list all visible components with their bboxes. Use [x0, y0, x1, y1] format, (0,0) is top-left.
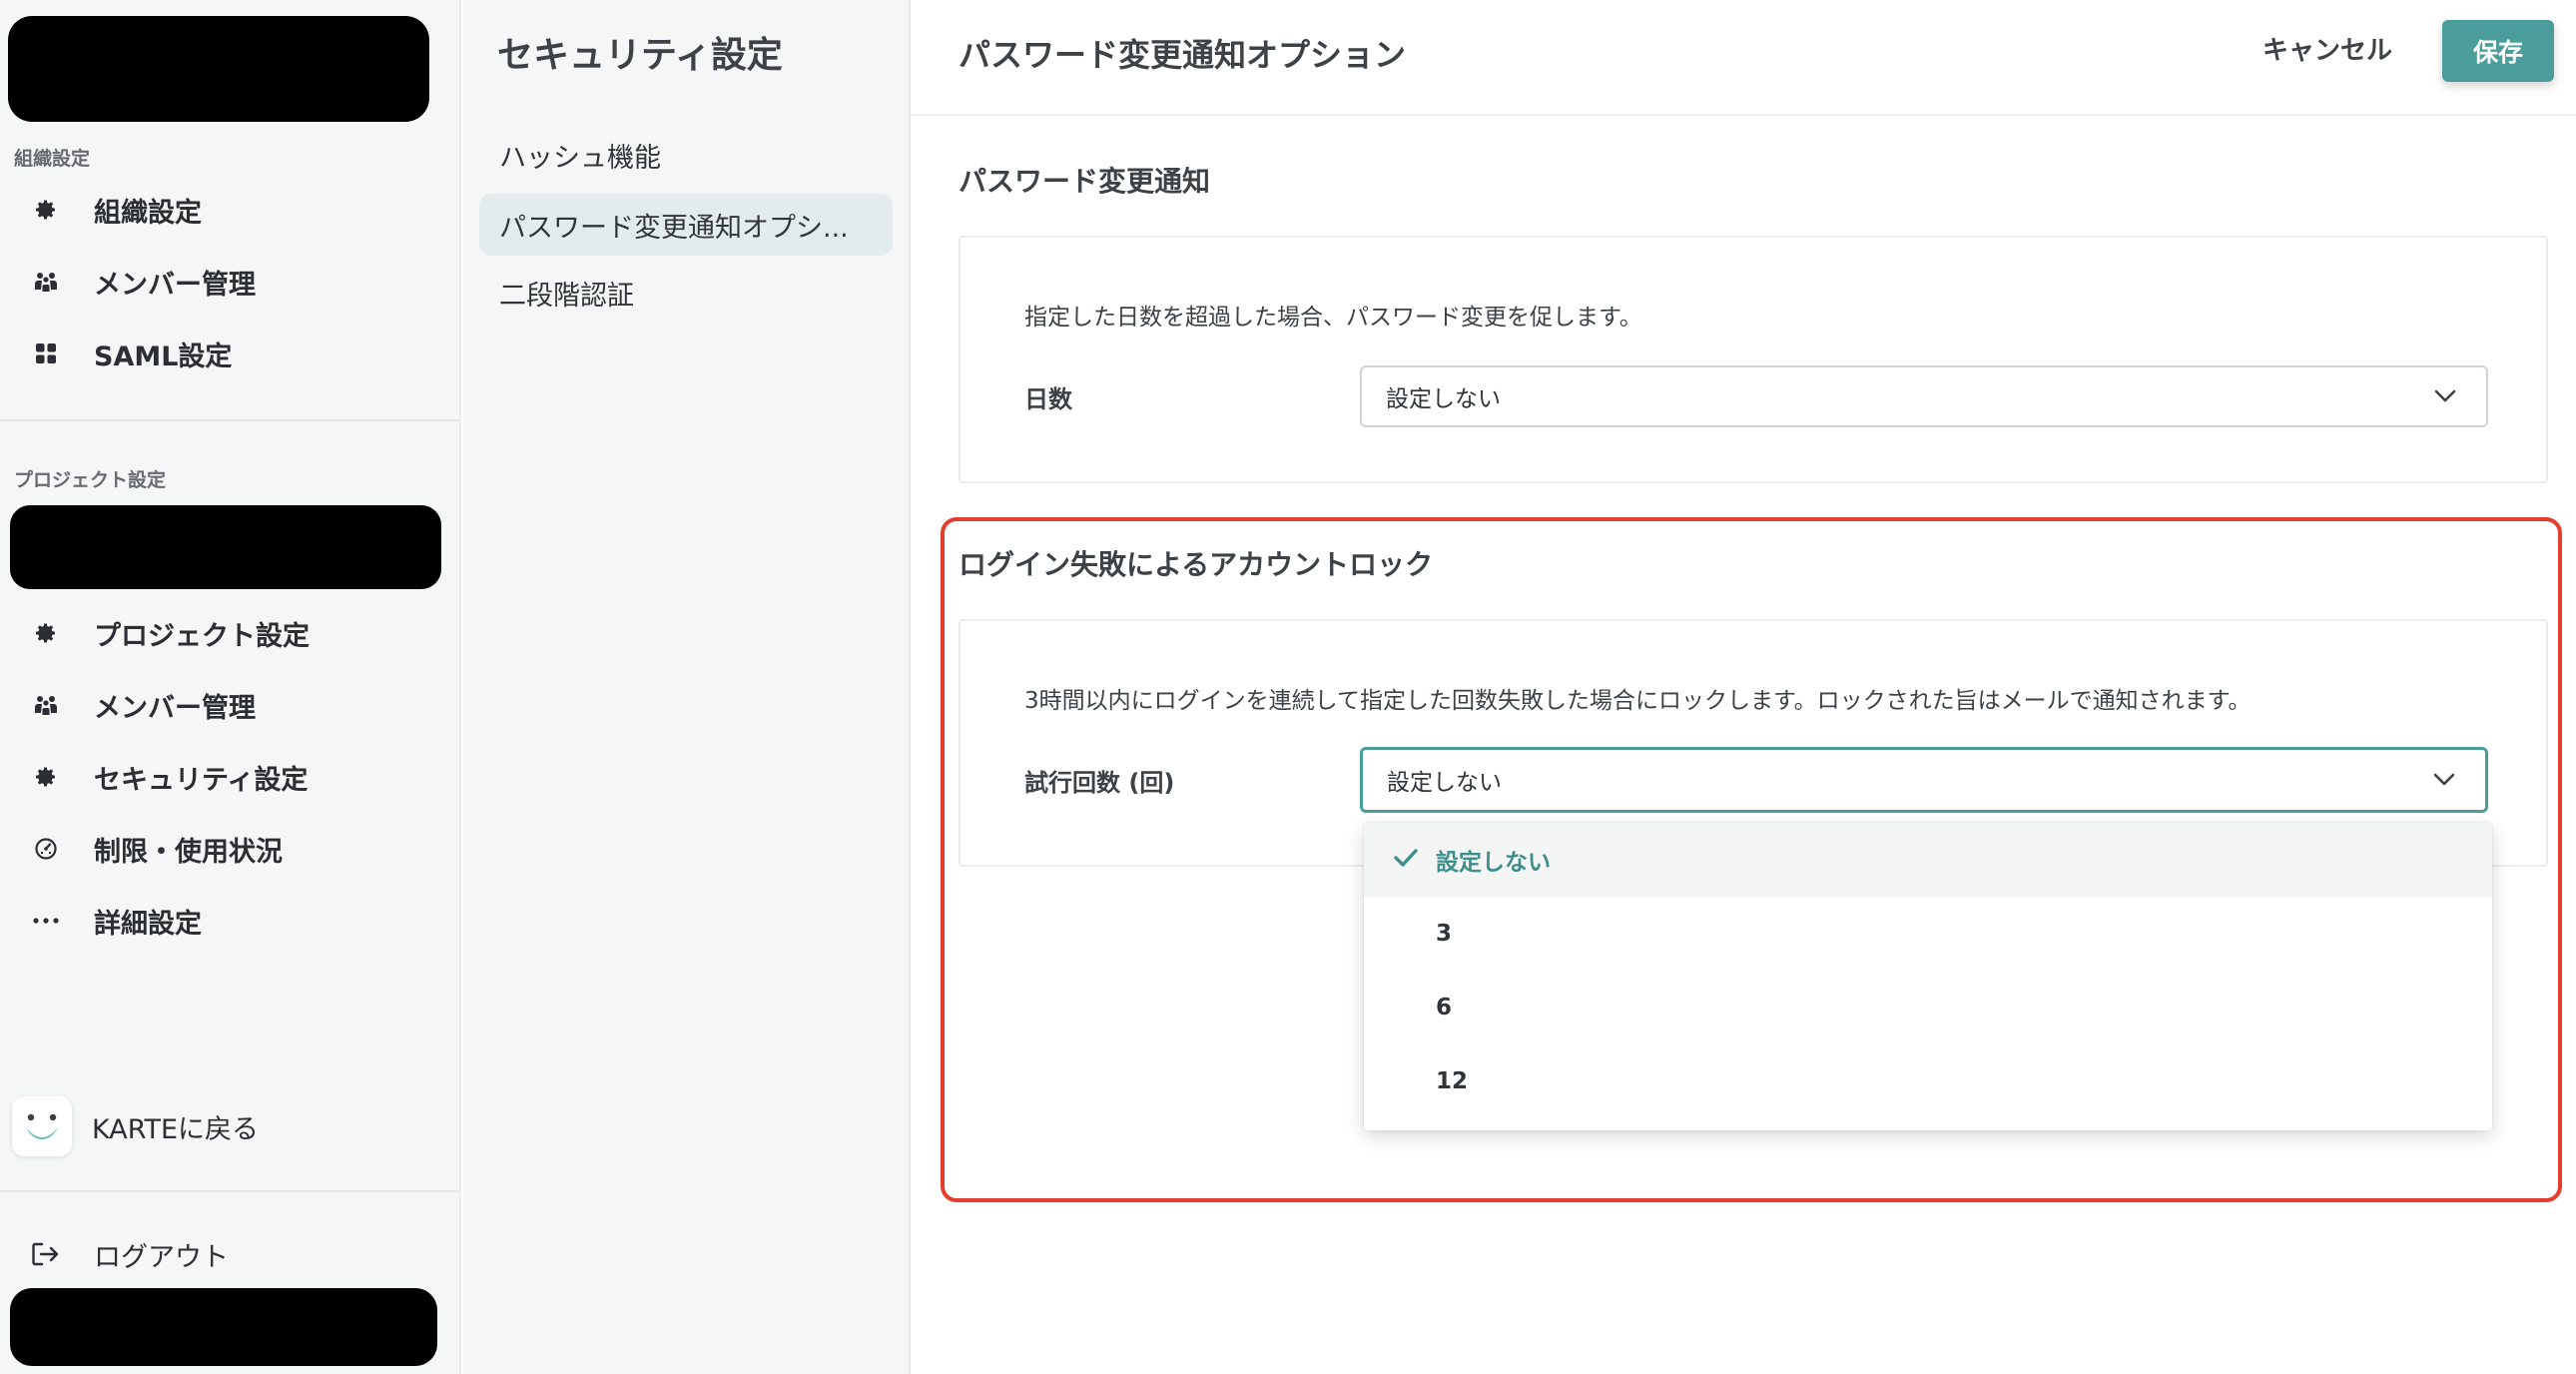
account-lock-title: ログイン失敗によるアカウントロック	[959, 548, 1434, 581]
page-header: パスワード変更通知オプション キャンセル 保存	[911, 0, 2576, 116]
sidebar-item-saml[interactable]: SAML設定	[26, 326, 445, 381]
dropdown-option-label: 設定しない	[1436, 850, 1551, 876]
more-icon	[26, 901, 66, 941]
nav-divider	[0, 1190, 459, 1192]
sidebar-item-limits[interactable]: 制限・使用状況	[26, 821, 445, 877]
back-to-karte-label: KARTEに戻る	[92, 1113, 260, 1145]
password-notice-description: 指定した日数を超過した場合、パスワード変更を促します。	[1024, 305, 1642, 331]
page-title: パスワード変更通知オプション	[959, 36, 1407, 74]
redacted-org-name	[8, 16, 429, 122]
members-icon	[26, 685, 66, 725]
grid-icon	[26, 334, 66, 373]
days-label: 日数	[1024, 385, 1072, 413]
org-group-title: 組織設定	[14, 148, 91, 170]
sidebar-item-org-members[interactable]: メンバー管理	[26, 254, 445, 310]
sidebar-item-security[interactable]: セキュリティ設定	[26, 749, 445, 805]
redacted-project-name	[10, 505, 441, 589]
nav-divider	[0, 419, 459, 421]
dropdown-option-12[interactable]: 12	[1364, 1044, 2492, 1118]
sidebar-item-label: プロジェクト設定	[94, 620, 310, 652]
gear-icon	[26, 757, 66, 797]
chevron-down-icon	[2433, 767, 2455, 793]
password-notice-card: 指定した日数を超過した場合、パスワード変更を促します。 日数 設定しない	[959, 236, 2548, 483]
password-notice-title: パスワード変更通知	[959, 165, 1211, 198]
dropdown-option-6[interactable]: 6	[1364, 971, 2492, 1044]
security-subnav: セキュリティ設定 ハッシュ機能 パスワード変更通知オプシ... 二段階認証	[463, 0, 911, 1374]
subnav-item-password-notice[interactable]: パスワード変更通知オプシ...	[479, 194, 893, 256]
main-content: パスワード変更通知オプション キャンセル 保存 パスワード変更通知 指定した日数…	[911, 0, 2576, 1374]
back-to-karte-link[interactable]: KARTEに戻る	[12, 1096, 445, 1156]
logout-icon	[26, 1234, 66, 1274]
attempts-dropdown-menu: 設定しない 3 6 12	[1364, 823, 2492, 1130]
dropdown-option-label: 3	[1436, 921, 1453, 947]
gauge-icon	[26, 829, 66, 869]
subnav-item-hash[interactable]: ハッシュ機能	[479, 124, 893, 186]
redacted-user-name	[10, 1288, 437, 1366]
subnav-title: セキュリティ設定	[497, 35, 783, 76]
logout-label: ログアウト	[94, 1241, 229, 1273]
sidebar-item-label: メンバー管理	[94, 269, 256, 301]
cancel-button[interactable]: キャンセル	[2262, 30, 2392, 67]
main-sidebar: 組織設定 組織設定 メンバー管理 SAML設定 プロジェクト設定 プロジェクト設…	[0, 0, 461, 1374]
dropdown-option-3[interactable]: 3	[1364, 897, 2492, 971]
dropdown-option-label: 6	[1436, 995, 1453, 1021]
subnav-item-two-factor[interactable]: 二段階認証	[479, 262, 893, 324]
logout-button[interactable]: ログアウト	[26, 1226, 445, 1282]
sidebar-item-project-settings[interactable]: プロジェクト設定	[26, 605, 445, 661]
sidebar-item-project-members[interactable]: メンバー管理	[26, 677, 445, 733]
days-select[interactable]: 設定しない	[1360, 365, 2488, 427]
dropdown-option-label: 12	[1436, 1068, 1469, 1094]
sidebar-item-label: SAML設定	[94, 341, 233, 372]
sidebar-item-org-settings[interactable]: 組織設定	[26, 182, 445, 238]
gear-icon	[26, 613, 66, 653]
sidebar-item-label: メンバー管理	[94, 692, 256, 724]
attempts-select-value: 設定しない	[1387, 770, 1502, 796]
sidebar-item-label: セキュリティ設定	[94, 764, 309, 796]
project-group-title: プロジェクト設定	[14, 469, 167, 491]
chevron-down-icon	[2434, 383, 2456, 409]
attempts-select[interactable]: 設定しない	[1360, 747, 2488, 813]
gear-icon	[26, 190, 66, 230]
check-icon	[1394, 847, 1418, 873]
sidebar-item-advanced[interactable]: 詳細設定	[26, 893, 445, 949]
account-lock-description: 3時間以内にログインを連続して指定した回数失敗した場合にロックします。ロックされ…	[1024, 688, 2252, 714]
members-icon	[26, 262, 66, 302]
dropdown-option-none[interactable]: 設定しない	[1364, 823, 2492, 897]
sidebar-item-label: 組織設定	[94, 197, 202, 229]
attempts-label: 試行回数 (回)	[1024, 769, 1175, 797]
save-button[interactable]: 保存	[2442, 20, 2554, 82]
sidebar-item-label: 制限・使用状況	[94, 836, 283, 868]
days-select-value: 設定しない	[1386, 386, 1501, 412]
sidebar-item-label: 詳細設定	[94, 908, 202, 940]
karte-logo-icon	[12, 1096, 72, 1156]
